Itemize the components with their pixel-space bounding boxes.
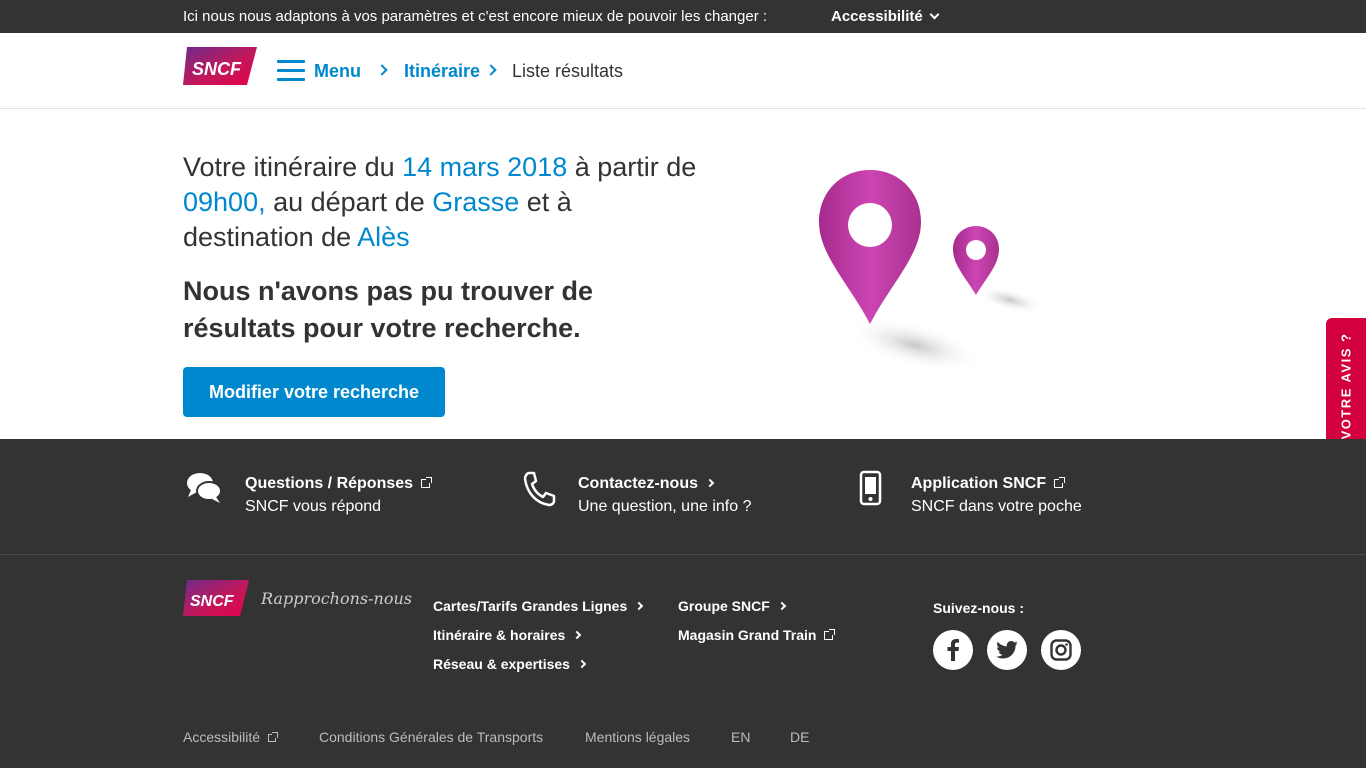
logo-text: SNCF [192, 59, 242, 79]
menu-button[interactable]: Menu [314, 61, 361, 82]
travel-date: 14 mars 2018 [402, 152, 568, 182]
breadcrumb-itineraire[interactable]: Itinéraire [404, 61, 480, 82]
link-label: Itinéraire & horaires [433, 627, 566, 643]
chevron-right-icon [573, 630, 582, 640]
sncf-logo[interactable]: SNCF [183, 47, 257, 85]
footer-sncf-logo[interactable]: SNCF [183, 580, 249, 616]
service-subtitle: SNCF vous répond [245, 498, 382, 515]
chevron-right-icon [705, 478, 715, 488]
chevron-right-icon [577, 659, 587, 669]
language-en[interactable]: EN [731, 729, 750, 745]
service-title: Questions / Réponses [245, 475, 414, 492]
link-label: Réseau & expertises [433, 656, 570, 672]
legal-link-accessibilite[interactable]: Accessibilité [183, 729, 279, 745]
breadcrumb-current: Liste résultats [512, 61, 624, 81]
footer-link-reseau[interactable]: Réseau & expertises [433, 656, 587, 672]
external-link-icon [1054, 477, 1066, 488]
phone-icon [516, 469, 560, 513]
footer-link-magasin[interactable]: Magasin Grand Train [678, 627, 836, 643]
hamburger-icon[interactable] [277, 60, 305, 82]
feedback-tab[interactable]: VOTRE AVIS ? [1326, 318, 1366, 453]
link-label: Accessibilité [183, 729, 261, 745]
service-app[interactable]: Application SNCF SNCF dans votre poche [849, 469, 1082, 517]
legal-link-mentions[interactable]: Mentions légales [585, 729, 690, 745]
external-link-icon [268, 732, 279, 742]
feedback-tab-label: VOTRE AVIS ? [1338, 332, 1354, 439]
summary-text: à partir de [567, 152, 697, 182]
footer-link-cartes-tarifs[interactable]: Cartes/Tarifs Grandes Lignes [433, 598, 644, 614]
legal-link-cgt[interactable]: Conditions Générales de Transports [319, 729, 543, 745]
link-label: Magasin Grand Train [678, 627, 817, 643]
external-link-icon [421, 477, 433, 488]
link-label: Groupe SNCF [678, 598, 770, 614]
accessibility-message: Ici nous nous adaptons à vos paramètres … [183, 8, 768, 25]
chevron-right-icon [376, 64, 388, 76]
chevron-right-icon [485, 64, 497, 76]
itinerary-summary: Votre itinéraire du 14 mars 2018 à parti… [183, 150, 703, 255]
instagram-icon[interactable] [1041, 630, 1081, 670]
chevron-down-icon [929, 9, 940, 20]
summary-text: au départ de [265, 187, 433, 217]
site-footer: Questions / Réponses SNCF vous répond Co… [0, 439, 1366, 768]
chat-bubbles-icon [183, 469, 227, 513]
travel-time: 09h00, [183, 187, 266, 217]
destination-station: Alès [357, 222, 410, 252]
map-pins-illustration [819, 170, 1045, 373]
footer-divider [0, 554, 1366, 555]
site-header: SNCF Menu Itinéraire Liste résultats [0, 33, 1366, 109]
chevron-right-icon [777, 601, 787, 611]
service-title: Application SNCF [911, 475, 1047, 492]
twitter-icon[interactable] [987, 630, 1027, 670]
language-de[interactable]: DE [790, 729, 809, 745]
facebook-icon[interactable] [933, 630, 973, 670]
chevron-right-icon [635, 601, 644, 611]
origin-station: Grasse [432, 187, 520, 217]
modify-search-button[interactable]: Modifier votre recherche [183, 367, 445, 417]
service-contact[interactable]: Contactez-nous Une question, une info ? [516, 469, 751, 517]
smartphone-icon [849, 469, 893, 513]
service-subtitle: Une question, une info ? [578, 498, 752, 515]
brand-tagline: Rapprochons-nous [261, 589, 412, 608]
follow-us-label: Suivez-nous : [933, 600, 1025, 616]
footer-link-itineraire[interactable]: Itinéraire & horaires [433, 627, 582, 643]
logo-text: SNCF [190, 593, 235, 610]
accessibility-dropdown-label: Accessibilité [831, 8, 923, 25]
service-title: Contactez-nous [578, 475, 698, 492]
external-link-icon [824, 629, 836, 640]
footer-link-groupe-sncf[interactable]: Groupe SNCF [678, 598, 787, 614]
accessibility-bar: Ici nous nous adaptons à vos paramètres … [0, 0, 1366, 33]
service-subtitle: SNCF dans votre poche [911, 498, 1082, 515]
summary-text: Votre itinéraire du [183, 152, 403, 182]
service-faq[interactable]: Questions / Réponses SNCF vous répond [183, 469, 433, 517]
link-label: Cartes/Tarifs Grandes Lignes [433, 598, 628, 614]
accessibility-dropdown[interactable]: Accessibilité [831, 8, 940, 25]
no-result-message: Nous n'avons pas pu trouver de résultats… [183, 276, 593, 343]
